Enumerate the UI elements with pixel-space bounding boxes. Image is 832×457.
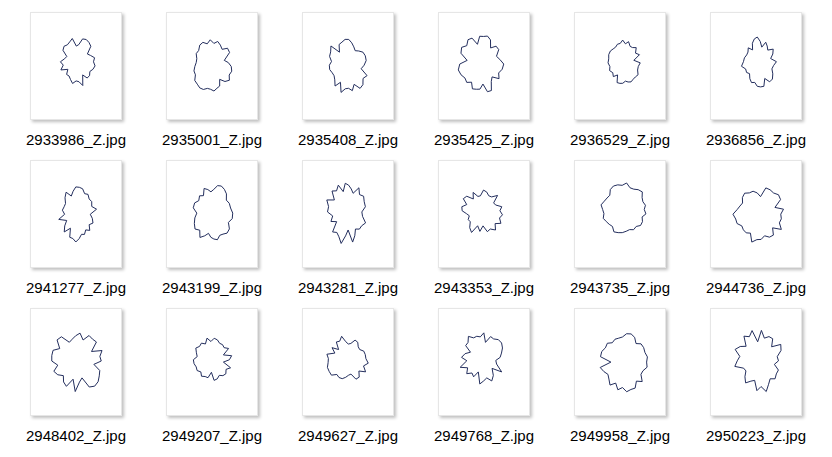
file-item[interactable]: 2943735_Z.jpg — [552, 160, 688, 297]
outline-icon — [31, 309, 123, 415]
file-name: 2949207_Z.jpg — [162, 427, 262, 445]
file-name: 2943353_Z.jpg — [434, 279, 534, 297]
thumbnail — [302, 308, 394, 416]
file-item[interactable]: 2943199_Z.jpg — [144, 160, 280, 297]
file-name: 2935408_Z.jpg — [298, 131, 398, 149]
outline-icon — [711, 13, 803, 119]
thumbnail — [30, 12, 122, 120]
file-name: 2933986_Z.jpg — [26, 131, 126, 149]
thumbnail — [166, 12, 258, 120]
file-item[interactable]: 2943353_Z.jpg — [416, 160, 552, 297]
file-name: 2948402_Z.jpg — [26, 427, 126, 445]
file-name: 2943735_Z.jpg — [570, 279, 670, 297]
outline-icon — [575, 161, 667, 267]
thumbnail — [574, 12, 666, 120]
thumbnail — [30, 308, 122, 416]
outline-icon — [575, 309, 667, 415]
file-name: 2949958_Z.jpg — [570, 427, 670, 445]
outline-icon — [575, 13, 667, 119]
file-name: 2944736_Z.jpg — [706, 279, 806, 297]
file-name: 2943199_Z.jpg — [162, 279, 262, 297]
outline-icon — [167, 161, 259, 267]
file-name: 2949768_Z.jpg — [434, 427, 534, 445]
outline-icon — [303, 13, 395, 119]
thumbnail — [438, 12, 530, 120]
file-item[interactable]: 2935001_Z.jpg — [144, 12, 280, 149]
file-item[interactable]: 2933986_Z.jpg — [8, 12, 144, 149]
file-name: 2950223_Z.jpg — [706, 427, 806, 445]
outline-icon — [167, 13, 259, 119]
file-item[interactable]: 2935408_Z.jpg — [280, 12, 416, 149]
file-name: 2936856_Z.jpg — [706, 131, 806, 149]
thumbnail — [574, 308, 666, 416]
outline-icon — [439, 161, 531, 267]
thumbnail — [438, 160, 530, 268]
thumbnail — [302, 12, 394, 120]
outline-icon — [303, 161, 395, 267]
thumbnail — [166, 308, 258, 416]
outline-icon — [439, 13, 531, 119]
file-item[interactable]: 2944736_Z.jpg — [688, 160, 824, 297]
file-item[interactable]: 2948402_Z.jpg — [8, 308, 144, 445]
file-item[interactable]: 2936529_Z.jpg — [552, 12, 688, 149]
outline-icon — [711, 161, 803, 267]
thumbnail — [710, 160, 802, 268]
file-name: 2943281_Z.jpg — [298, 279, 398, 297]
file-name: 2935425_Z.jpg — [434, 131, 534, 149]
file-name: 2935001_Z.jpg — [162, 131, 262, 149]
outline-icon — [711, 309, 803, 415]
file-item[interactable]: 2949768_Z.jpg — [416, 308, 552, 445]
file-name: 2941277_Z.jpg — [26, 279, 126, 297]
file-item[interactable]: 2949207_Z.jpg — [144, 308, 280, 445]
thumbnail — [166, 160, 258, 268]
outline-icon — [167, 309, 259, 415]
thumbnail — [574, 160, 666, 268]
file-name: 2936529_Z.jpg — [570, 131, 670, 149]
file-item[interactable]: 2943281_Z.jpg — [280, 160, 416, 297]
file-item[interactable]: 2949958_Z.jpg — [552, 308, 688, 445]
file-item[interactable]: 2950223_Z.jpg — [688, 308, 824, 445]
thumbnail — [438, 308, 530, 416]
thumbnail — [710, 308, 802, 416]
file-grid: 2933986_Z.jpg 2935001_Z.jpg 2935408_Z.jpg 2… — [8, 12, 832, 445]
file-item[interactable]: 2935425_Z.jpg — [416, 12, 552, 149]
thumbnail — [710, 12, 802, 120]
file-item[interactable]: 2936856_Z.jpg — [688, 12, 824, 149]
outline-icon — [31, 13, 123, 119]
outline-icon — [439, 309, 531, 415]
file-name: 2949627_Z.jpg — [298, 427, 398, 445]
file-item[interactable]: 2941277_Z.jpg — [8, 160, 144, 297]
thumbnail — [302, 160, 394, 268]
file-item[interactable]: 2949627_Z.jpg — [280, 308, 416, 445]
outline-icon — [303, 309, 395, 415]
file-explorer: 2933986_Z.jpg 2935001_Z.jpg 2935408_Z.jpg 2… — [0, 0, 832, 457]
outline-icon — [31, 161, 123, 267]
thumbnail — [30, 160, 122, 268]
